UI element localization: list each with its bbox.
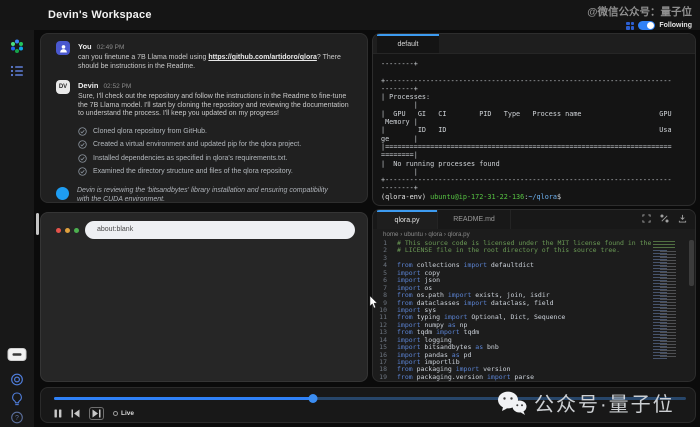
pause-button[interactable] (54, 409, 62, 418)
url-bar[interactable]: about:blank (85, 221, 355, 239)
download-icon[interactable] (678, 214, 687, 223)
devin-logo-icon[interactable] (9, 38, 25, 54)
live-indicator-icon (113, 410, 118, 416)
sender-name: You (78, 42, 92, 51)
traffic-light-yellow-icon[interactable] (65, 228, 70, 233)
user-avatar (56, 41, 70, 55)
skip-forward-button[interactable] (89, 406, 104, 420)
watermark-text: @微信公众号：量子位 (587, 6, 692, 18)
message-text: can you finetune a 7B Llama model using … (78, 54, 341, 70)
check-circle-icon (78, 140, 87, 150)
devin-message: DV Devin 02:52 PM Sure, I'll check out t… (56, 80, 355, 119)
slider-handle[interactable] (308, 394, 318, 403)
devin-avatar: DV (56, 80, 70, 95)
checklist-item: Examined the directory structure and fil… (78, 167, 355, 177)
top-bar: Devin's Workspace @微信公众号：量子位 Following (0, 0, 700, 30)
keyboard-icon[interactable] (7, 348, 27, 361)
message-time: 02:49 PM (96, 44, 125, 51)
checklist-item: Cloned qlora repository from GitHub. (78, 127, 355, 136)
terminal-output-area[interactable]: --------+ +-----------------------------… (373, 54, 695, 201)
task-checklist: Cloned qlora repository from GitHub. Cre… (78, 127, 355, 177)
check-circle-icon (78, 154, 87, 163)
message-text: Sure, I'll check out the repository and … (78, 93, 349, 118)
mouse-cursor-icon (369, 296, 378, 309)
terminal-prompt: (qlora-env) ubuntu@ip-172-31-22-136:~/ql… (381, 192, 562, 201)
person-icon (59, 44, 67, 53)
status-text: Devin is reviewing the 'bitsandbytes' li… (77, 187, 328, 203)
split-editor-icon[interactable] (660, 214, 669, 223)
editor-panel: qlora.py README.md home › ubuntu › qlora… (372, 209, 696, 382)
code-editor[interactable]: 1 2 3 4 5 6 7 8 9 10 11 12 13 14 15 16 17 18 19 # This sou… (373, 239, 695, 381)
grid-icon (626, 21, 635, 30)
check-circle-icon (78, 127, 87, 136)
check-circle-icon (78, 167, 87, 177)
top-watermark: @微信公众号：量子位 Following (587, 4, 692, 30)
left-scrollbar[interactable] (36, 213, 39, 235)
record-icon[interactable] (11, 373, 24, 386)
traffic-light-red-icon[interactable] (56, 228, 61, 233)
repo-link[interactable]: https://github.com/artidoro/qlora (208, 54, 317, 61)
message-time: 02:52 PM (103, 83, 132, 91)
slider-fill (54, 397, 314, 400)
live-toggle[interactable]: Live (113, 410, 134, 417)
sender-name: Devin (78, 81, 99, 91)
sidebar: ? (0, 30, 34, 427)
checklist-item: Created a virtual environment and update… (78, 140, 355, 150)
skip-back-button[interactable] (71, 409, 80, 418)
traffic-light-green-icon[interactable] (74, 228, 79, 233)
user-message: You 02:49 PM can you finetune a 7B Llama… (56, 41, 355, 71)
browser-panel: about:blank (40, 212, 368, 382)
following-toggle[interactable] (638, 21, 656, 30)
editor-tab-bar: qlora.py README.md (373, 210, 695, 229)
devin-status: Devin is reviewing the 'bitsandbytes' li… (56, 186, 355, 203)
minimap[interactable] (651, 241, 685, 367)
fullscreen-icon[interactable] (642, 214, 651, 223)
watermark-text: 公众号·量子位 (534, 394, 675, 416)
task-list-icon[interactable] (10, 64, 24, 78)
terminal-tab-bar: default (373, 34, 695, 54)
svg-text:?: ? (15, 415, 19, 422)
skip-forward-icon (92, 409, 101, 417)
checklist-item: Installed dependencies as specified in q… (78, 154, 355, 163)
chat-panel: You 02:49 PM can you finetune a 7B Llama… (40, 33, 368, 203)
editor-tab-readme[interactable]: README.md (437, 210, 511, 229)
lightbulb-icon[interactable] (11, 392, 24, 407)
terminal-output: --------+ +-----------------------------… (381, 60, 672, 193)
help-icon[interactable]: ? (11, 411, 24, 424)
editor-tab-qlora[interactable]: qlora.py (377, 210, 437, 229)
wechat-icon (498, 391, 527, 415)
terminal-tab-default[interactable]: default (377, 34, 439, 53)
code-gutter: 1 2 3 4 5 6 7 8 9 10 11 12 13 14 15 16 17 18 19 (379, 239, 387, 381)
page-title: Devin's Workspace (48, 9, 152, 21)
code-lines: # This source code is licensed under the… (397, 239, 652, 381)
terminal-panel: default --------+ +---------------------… (372, 33, 696, 206)
status-dot (56, 187, 69, 201)
editor-scrollbar[interactable] (689, 240, 694, 380)
following-label: Following (659, 22, 692, 29)
bottom-watermark: 公众号·量子位 (497, 388, 675, 417)
